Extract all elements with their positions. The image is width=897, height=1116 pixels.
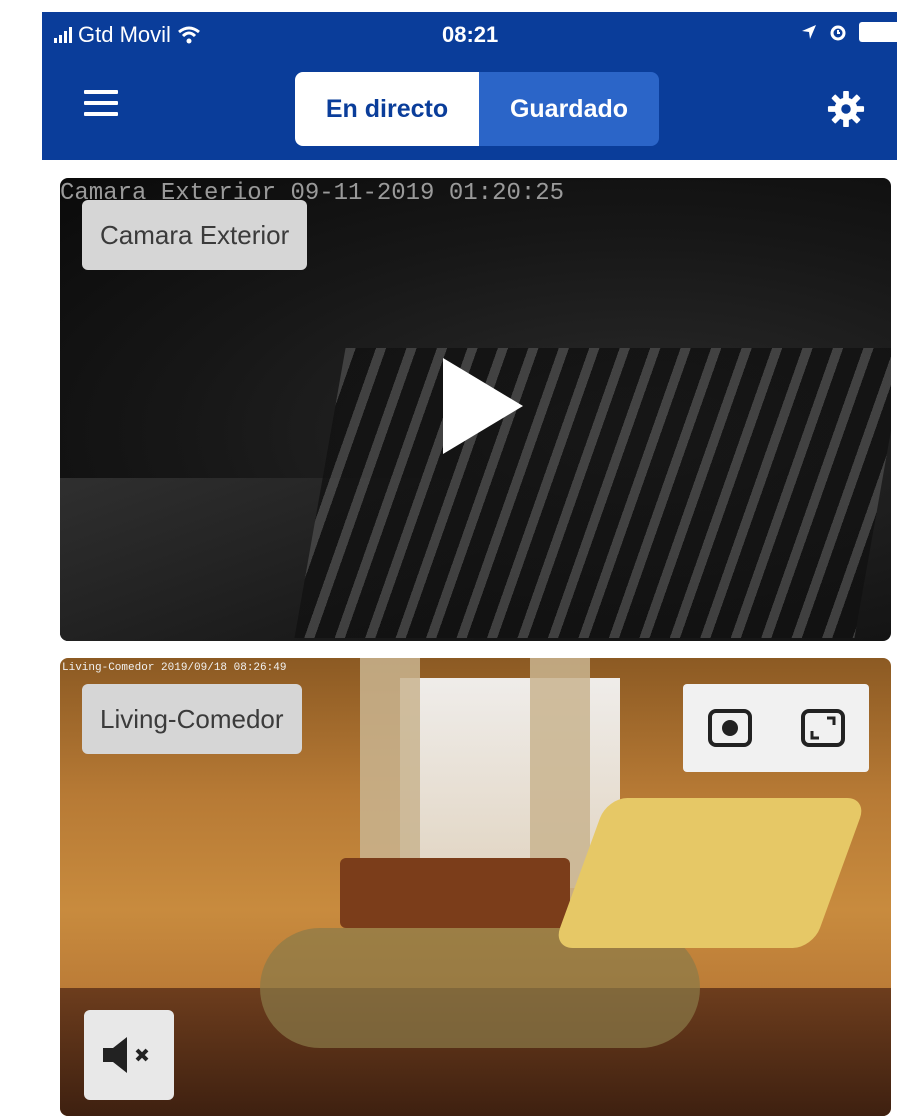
carrier-name: Gtd Movil (78, 22, 171, 47)
tab-live[interactable]: En directo (295, 72, 479, 146)
status-bar: Gtd Movil 08:21 (42, 12, 897, 62)
fullscreen-icon[interactable] (800, 705, 846, 751)
wifi-icon (177, 26, 200, 44)
status-time: 08:21 (442, 22, 499, 47)
camera-name-label: Camara Exterior (82, 200, 308, 270)
camera-tile-living[interactable]: Living-Comedor 2019/09/18 08:26:49 Livin… (60, 658, 891, 1116)
status-left: Gtd Movil (54, 22, 201, 48)
view-tabs: En directo Guardado (295, 72, 659, 146)
speaker-muted-icon (103, 1037, 149, 1073)
tab-saved[interactable]: Guardado (479, 72, 659, 146)
camera-scene (340, 858, 570, 928)
camera-scene (552, 798, 868, 948)
camera-tile-exterior[interactable]: Camara Exterior 09-11-2019 01:20:25 Cama… (60, 178, 891, 641)
settings-gear-icon[interactable] (827, 90, 865, 128)
location-arrow-icon (802, 25, 816, 39)
battery-icon (859, 22, 897, 42)
record-icon[interactable] (707, 705, 753, 751)
play-icon[interactable] (443, 358, 523, 454)
menu-button[interactable] (84, 90, 118, 120)
status-right (801, 22, 897, 42)
app-header: Gtd Movil 08:21 En directo Guardado (42, 12, 897, 160)
camera-name-label: Living-Comedor (82, 684, 302, 754)
alarm-icon (830, 25, 846, 41)
signal-icon (54, 27, 72, 43)
camera-scene (294, 348, 891, 638)
camera-actions (683, 684, 869, 772)
camera-osd-text: Living-Comedor 2019/09/18 08:26:49 (62, 662, 287, 674)
mute-button[interactable] (84, 1010, 174, 1100)
